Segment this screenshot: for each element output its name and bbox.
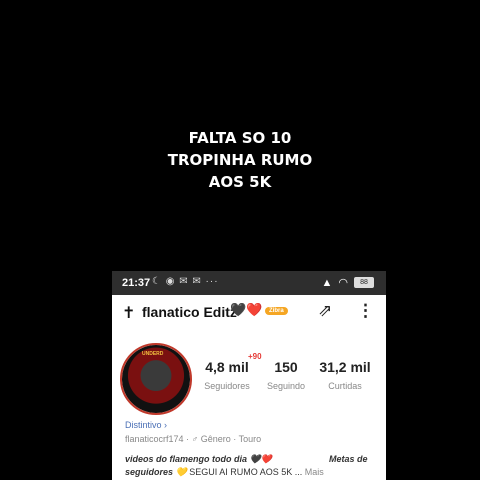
status-right: ▲ ◠ 88 (321, 276, 374, 289)
profile-header: ✝ flanatico Editz 🖤❤️ Zibra ⇗ ⋮ (112, 297, 386, 327)
avatar[interactable]: UNDERD (120, 343, 192, 415)
phone-screenshot: 21:37 ☾ ◉ ✉ ✉ ··· ▲ ◠ 88 ✝ flanatico Edi… (112, 271, 386, 480)
signal-icon: ▲ (321, 276, 333, 289)
caption-line-3: AOS 5K (208, 173, 272, 191)
stat-likes-value: 31,2 mil (319, 359, 371, 375)
stat-following[interactable]: 150 Seguindo (256, 359, 316, 391)
stat-likes[interactable]: 31,2 mil Curtidas (315, 359, 375, 391)
profile-name: flanatico Editz (142, 304, 237, 320)
bio-line-2: seguidores 💛 SEGUI AI RUMO AOS 5K ... Ma… (125, 467, 380, 478)
bio-more-link[interactable]: Mais (305, 467, 324, 477)
bio-line-2-bold: seguidores 💛 (125, 467, 187, 477)
more-options-icon[interactable]: ⋮ (357, 301, 374, 321)
wifi-icon: ◠ (338, 277, 348, 289)
caption-line-2: TROPINHA RUMO (167, 151, 313, 169)
cross-icon: ✝ (122, 305, 136, 322)
battery-icon: 88 (354, 277, 374, 288)
caption-line-1: FALTA SO 10 (188, 129, 292, 147)
stat-followers[interactable]: 4,8 mil Seguidores (197, 359, 257, 391)
distintivo-link[interactable]: Distintivo › (125, 420, 167, 430)
bio-line-1-right: Metas de (329, 454, 368, 464)
stat-following-value: 150 (274, 359, 298, 375)
bio-line-2-text: SEGUI AI RUMO AOS 5K ... (186, 467, 305, 477)
share-icon[interactable]: ⇗ (318, 301, 332, 321)
stat-following-label: Seguindo (266, 381, 306, 391)
stat-likes-label: Curtidas (328, 381, 362, 391)
stat-followers-value: 4,8 mil (205, 359, 249, 375)
overlay-caption: FALTA SO 10 TROPINHA RUMO AOS 5K (0, 127, 480, 193)
bio-line-1-left: videos do flamengo todo dia 🖤❤️ (125, 454, 272, 464)
username-line: flanaticocrf174 · ♂ Gênero · Touro (125, 434, 262, 444)
avatar-text: UNDERD (142, 351, 164, 357)
status-bar: 21:37 ☾ ◉ ✉ ✉ ··· ▲ ◠ 88 (112, 271, 386, 295)
status-badge[interactable]: Zibra (265, 307, 288, 315)
status-time: 21:37 (122, 277, 151, 289)
notification-icons: ☾ ◉ ✉ ✉ ··· (152, 276, 219, 287)
hearts-emoji: 🖤❤️ (230, 302, 263, 317)
bio-line-1: videos do flamengo todo dia 🖤❤️ Metas de (125, 454, 375, 465)
stat-followers-label: Seguidores (204, 381, 250, 391)
